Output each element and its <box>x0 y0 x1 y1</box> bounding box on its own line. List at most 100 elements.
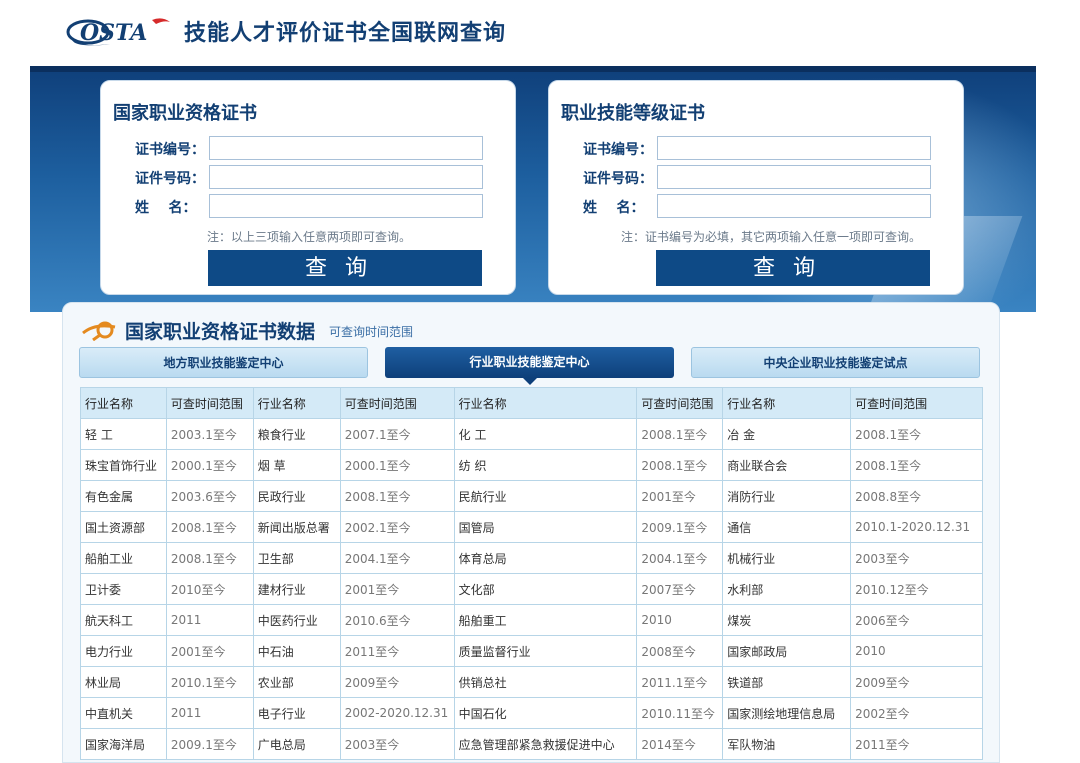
industry-name-cell: 应急管理部紧急救援促进中心 <box>453 728 638 760</box>
id-no-input[interactable] <box>209 165 483 189</box>
time-range-cell: 2001至今 <box>636 480 724 512</box>
time-range-cell: 2010 <box>636 604 724 636</box>
time-range-cell: 2001至今 <box>165 635 254 667</box>
industry-name-cell: 新闻出版总署 <box>252 511 341 543</box>
tab-central-enterprise-pilots[interactable]: 中央企业职业技能鉴定试点 <box>691 347 980 378</box>
panel-title: 国家职业资格证书 <box>113 103 257 124</box>
industry-name-cell: 军队物油 <box>722 728 852 760</box>
column-header: 可查时间范围 <box>165 387 254 419</box>
table-row: 航天科工 2011 中医药行业 2010.6至今 船舶重工 2010 煤炭 2006至今 <box>80 604 983 636</box>
magnifier-icon <box>82 321 116 341</box>
time-range-cell: 2007至今 <box>636 573 724 605</box>
industry-name-cell: 水利部 <box>722 573 852 605</box>
industry-name-cell: 广电总局 <box>252 728 341 760</box>
time-range-cell: 2010.11至今 <box>636 697 724 729</box>
column-header: 可查时间范围 <box>850 387 983 419</box>
id-no-input[interactable] <box>657 165 931 189</box>
industry-name-cell: 船舶重工 <box>453 604 638 636</box>
industry-name-cell: 中国石化 <box>453 697 638 729</box>
national-cert-panel: 国家职业资格证书 证书编号： 证件号码： 姓 名： 注：以上三项输入任意两项即可… <box>100 80 516 295</box>
industry-name-cell: 轻 工 <box>80 418 167 450</box>
table-row: 船舶工业 2008.1至今 卫生部 2004.1至今 体育总局 2004.1至今 机械行业 2… <box>80 542 983 574</box>
industry-name-cell: 纺 织 <box>453 449 638 481</box>
industry-name-cell: 国土资源部 <box>80 511 167 543</box>
query-note: 注：证书编号为必填，其它两项输入任意一项即可查询。 <box>621 230 922 244</box>
industry-name-cell: 国管局 <box>453 511 638 543</box>
query-button[interactable]: 查询 <box>208 250 482 286</box>
time-range-cell: 2008.1至今 <box>636 418 724 450</box>
column-header: 行业名称 <box>80 387 167 419</box>
industry-name-cell: 民政行业 <box>252 480 341 512</box>
industry-name-cell: 民航行业 <box>453 480 638 512</box>
table-header-row: 行业名称 可查时间范围 行业名称 可查时间范围 行业名称 可查时间范围 行业名称 可查时间范围 <box>80 387 983 419</box>
time-range-cell: 2014至今 <box>636 728 724 760</box>
active-tab-arrow-icon <box>523 378 537 385</box>
time-range-cell: 2010 <box>850 635 983 667</box>
tab-local-centers[interactable]: 地方职业技能鉴定中心 <box>79 347 368 378</box>
time-range-cell: 2011.1至今 <box>636 666 724 698</box>
time-range-cell: 2002至今 <box>850 697 983 729</box>
time-range-cell: 2001至今 <box>339 573 455 605</box>
skill-level-cert-panel: 职业技能等级证书 证书编号： 证件号码： 姓 名： 注：证书编号为必填，其它两项… <box>548 80 964 295</box>
section-subtitle: 可查询时间范围 <box>329 325 414 339</box>
time-range-cell: 2003至今 <box>850 542 983 574</box>
industry-name-cell: 船舶工业 <box>80 542 167 574</box>
tab-industry-centers[interactable]: 行业职业技能鉴定中心 <box>385 347 674 385</box>
time-range-cell: 2008.1至今 <box>165 542 254 574</box>
industry-name-cell: 质量监督行业 <box>453 635 638 667</box>
time-range-cell: 2003至今 <box>339 728 455 760</box>
industry-name-cell: 电力行业 <box>80 635 167 667</box>
industry-name-cell: 冶 金 <box>722 418 852 450</box>
time-range-cell: 2010.12至今 <box>850 573 983 605</box>
name-label: 姓 名： <box>583 200 645 216</box>
column-header: 可查时间范围 <box>339 387 455 419</box>
time-range-cell: 2010至今 <box>165 573 254 605</box>
industry-name-cell: 卫计委 <box>80 573 167 605</box>
cert-no-input[interactable] <box>657 136 931 160</box>
time-range-cell: 2000.1至今 <box>165 449 254 481</box>
osta-logo: OSTA <box>66 18 170 46</box>
table-row: 有色金属 2003.6至今 民政行业 2008.1至今 民航行业 2001至今 消防行业 20… <box>80 480 983 512</box>
industry-name-cell: 卫生部 <box>252 542 341 574</box>
svg-text:OSTA: OSTA <box>80 20 147 46</box>
id-no-label: 证件号码： <box>135 171 205 187</box>
industry-name-cell: 建材行业 <box>252 573 341 605</box>
industry-name-cell: 国家海洋局 <box>80 728 167 760</box>
industry-name-cell: 粮食行业 <box>252 418 341 450</box>
site-header: OSTA 技能人才评价证书全国联网查询 <box>0 0 1080 66</box>
tab-label: 地方职业技能鉴定中心 <box>163 356 284 370</box>
column-header: 行业名称 <box>453 387 638 419</box>
industry-name-cell: 供销总社 <box>453 666 638 698</box>
table-row: 国家海洋局 2009.1至今 广电总局 2003至今 应急管理部紧急救援促进中心 2014… <box>80 728 983 760</box>
industry-name-cell: 珠宝首饰行业 <box>80 449 167 481</box>
tab-label: 中央企业职业技能鉴定试点 <box>763 356 908 370</box>
time-range-cell: 2008.1至今 <box>850 418 983 450</box>
cert-no-input[interactable] <box>209 136 483 160</box>
time-range-cell: 2006至今 <box>850 604 983 636</box>
industry-name-cell: 机械行业 <box>722 542 852 574</box>
industry-name-cell: 煤炭 <box>722 604 852 636</box>
industry-name-cell: 烟 草 <box>252 449 341 481</box>
time-range-cell: 2003.1至今 <box>165 418 254 450</box>
query-button[interactable]: 查询 <box>656 250 930 286</box>
industry-name-cell: 化 工 <box>453 418 638 450</box>
section-title: 国家职业资格证书数据 <box>125 321 316 343</box>
time-range-cell: 2009.1至今 <box>636 511 724 543</box>
industry-name-cell: 农业部 <box>252 666 341 698</box>
time-range-cell: 2003.6至今 <box>165 480 254 512</box>
column-header: 行业名称 <box>722 387 852 419</box>
time-range-cell: 2010.6至今 <box>339 604 455 636</box>
time-range-cell: 2008.8至今 <box>850 480 983 512</box>
time-range-cell: 2010.1至今 <box>165 666 254 698</box>
name-input[interactable] <box>209 194 483 218</box>
time-range-cell: 2010.1-2020.12.31 <box>850 511 983 543</box>
table-row: 珠宝首饰行业 2000.1至今烟 草 2000.1至今纺 织 2008.1至今 商业联合… <box>80 449 983 481</box>
name-input[interactable] <box>657 194 931 218</box>
time-range-cell: 2009至今 <box>850 666 983 698</box>
query-note: 注：以上三项输入任意两项即可查询。 <box>207 230 412 244</box>
industry-name-cell: 航天科工 <box>80 604 167 636</box>
industry-name-cell: 国家邮政局 <box>722 635 852 667</box>
industry-name-cell: 中医药行业 <box>252 604 341 636</box>
time-range-cell: 2000.1至今 <box>339 449 455 481</box>
cert-no-label: 证书编号： <box>583 142 653 158</box>
